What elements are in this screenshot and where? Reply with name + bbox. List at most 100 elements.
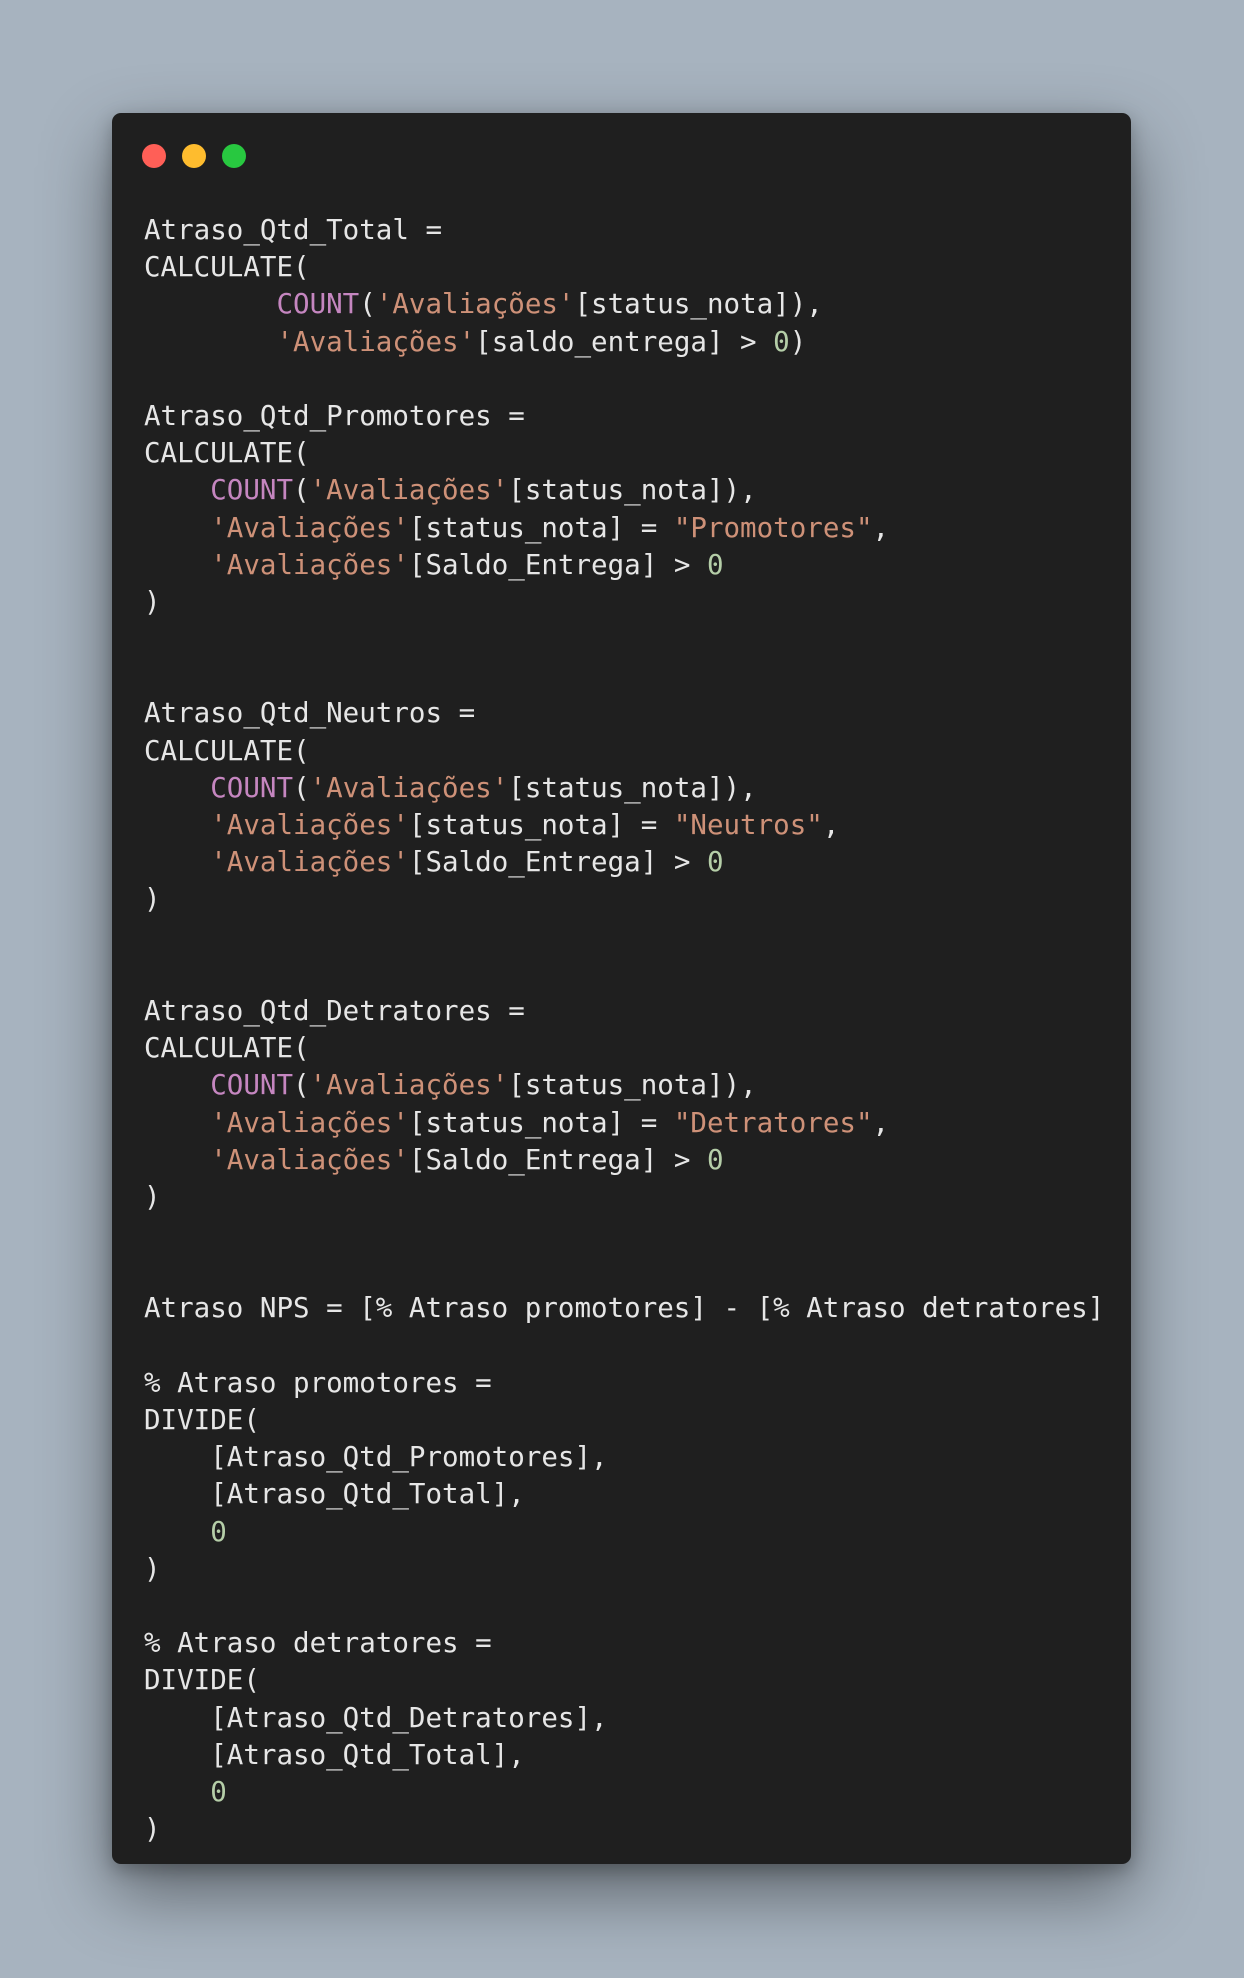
code-token: ) xyxy=(144,883,161,916)
string-token: 'Avaliações' xyxy=(210,1106,409,1139)
code-token: ( xyxy=(293,474,310,507)
string-token: "Neutros" xyxy=(673,809,823,841)
code-token: [Atraso_Qtd_Total], xyxy=(144,1478,525,1511)
code-window: Atraso_Qtd_Total = CALCULATE( COUNT('Aval… xyxy=(112,113,1131,1864)
code-line: ) xyxy=(144,881,1104,918)
window-controls xyxy=(142,144,246,168)
code-token: DIVIDE( xyxy=(144,1404,260,1436)
zoom-window-icon[interactable] xyxy=(222,144,246,168)
code-line: 'Avaliações'[Saldo_Entrega] > 0 xyxy=(144,844,1104,881)
code-token: [status_nota]), xyxy=(508,1069,757,1102)
code-line: 'Avaliações'[saldo_entrega] > 0) xyxy=(144,324,1104,361)
code-line: % Atraso detratores = xyxy=(144,1625,1104,1662)
code-line: Atraso NPS = [% Atraso promotores] - [% … xyxy=(144,1290,1104,1327)
string-token: 'Avaliações' xyxy=(210,846,409,879)
code-line: DIVIDE( xyxy=(144,1662,1104,1699)
code-line: 'Avaliações'[Saldo_Entrega] > 0 xyxy=(144,547,1104,584)
close-window-icon[interactable] xyxy=(142,144,166,168)
code-line: COUNT('Avaliações'[status_nota]), xyxy=(144,472,1104,509)
number-token: 0 xyxy=(210,1775,227,1808)
code-token: ) xyxy=(144,585,161,618)
function-token: COUNT xyxy=(210,771,294,804)
code-token: , xyxy=(872,1106,890,1139)
code-line: ) xyxy=(144,1811,1104,1848)
minimize-window-icon[interactable] xyxy=(182,144,206,168)
string-token: "Detratores" xyxy=(673,1106,873,1139)
code-token: Atraso_Qtd_Neutros = xyxy=(144,697,476,730)
code-token: [saldo_entrega] > xyxy=(475,325,774,358)
code-line: COUNT('Avaliações'[status_nota]), xyxy=(144,770,1104,807)
code-line: [Atraso_Qtd_Total], xyxy=(144,1476,1104,1513)
string-token: 'Avaliações' xyxy=(210,511,409,544)
code-token: % Atraso detratores = xyxy=(144,1627,492,1660)
code-line: 'Avaliações'[Saldo_Entrega] > 0 xyxy=(144,1142,1104,1179)
code-line: ) xyxy=(144,584,1104,621)
string-token: 'Avaliações' xyxy=(210,548,409,581)
code-token: [status_nota]), xyxy=(508,771,757,804)
string-token: 'Avaliações' xyxy=(309,474,509,507)
number-token: 0 xyxy=(773,325,790,358)
string-token: "Promotores" xyxy=(673,511,873,544)
code-token: , xyxy=(822,809,840,841)
code-line: [Atraso_Qtd_Promotores], xyxy=(144,1439,1104,1476)
code-token: DIVIDE( xyxy=(144,1664,260,1697)
string-token: 'Avaliações' xyxy=(210,809,409,841)
code-token: [Saldo_Entrega] > xyxy=(408,846,707,879)
code-line: CALCULATE( xyxy=(144,1030,1104,1067)
code-token: ( xyxy=(293,1069,310,1102)
code-line: CALCULATE( xyxy=(144,435,1104,472)
code-token: Atraso_Qtd_Promotores = xyxy=(144,399,525,432)
code-line: 'Avaliações'[status_nota] = "Promotores"… xyxy=(144,510,1104,547)
number-token: 0 xyxy=(210,1515,227,1548)
code-line: CALCULATE( xyxy=(144,733,1104,770)
code-token: Atraso_Qtd_Detratores = xyxy=(144,994,525,1027)
code-token: CALCULATE( xyxy=(144,734,310,767)
code-token: [status_nota]), xyxy=(508,474,757,507)
code-line: COUNT('Avaliações'[status_nota]), xyxy=(144,1067,1104,1104)
function-token: COUNT xyxy=(210,474,294,507)
code-token: ) xyxy=(144,1180,161,1213)
string-token: 'Avaliações' xyxy=(375,288,575,321)
code-line: Atraso_Qtd_Neutros = xyxy=(144,695,1104,732)
code-line: CALCULATE( xyxy=(144,249,1104,286)
code-line: 'Avaliações'[status_nota] = "Neutros", xyxy=(144,807,1104,844)
code-block[interactable]: Atraso_Qtd_Total = CALCULATE( COUNT('Aval… xyxy=(144,212,1104,1848)
code-token: CALCULATE( xyxy=(144,437,310,470)
code-token: Atraso NPS = [% Atraso promotores] - [% … xyxy=(144,1292,1105,1325)
code-line: COUNT('Avaliações'[status_nota]), xyxy=(144,286,1104,323)
code-line: % Atraso promotores = xyxy=(144,1365,1104,1402)
code-token: % Atraso promotores = xyxy=(144,1366,492,1399)
code-line: 0 xyxy=(144,1774,1104,1811)
code-token: CALCULATE( xyxy=(144,251,310,284)
code-line: ) xyxy=(144,1551,1104,1588)
code-token: [Saldo_Entrega] > xyxy=(408,1143,707,1176)
code-line: DIVIDE( xyxy=(144,1402,1104,1439)
code-token: [status_nota]), xyxy=(574,288,823,321)
code-token: ) xyxy=(789,325,807,358)
string-token: 'Avaliações' xyxy=(309,771,509,804)
number-token: 0 xyxy=(706,846,724,879)
code-token: ) xyxy=(144,1813,161,1846)
code-token: [status_nota] = xyxy=(408,1106,674,1139)
code-token: CALCULATE( xyxy=(144,1032,310,1065)
function-token: COUNT xyxy=(210,1069,294,1102)
